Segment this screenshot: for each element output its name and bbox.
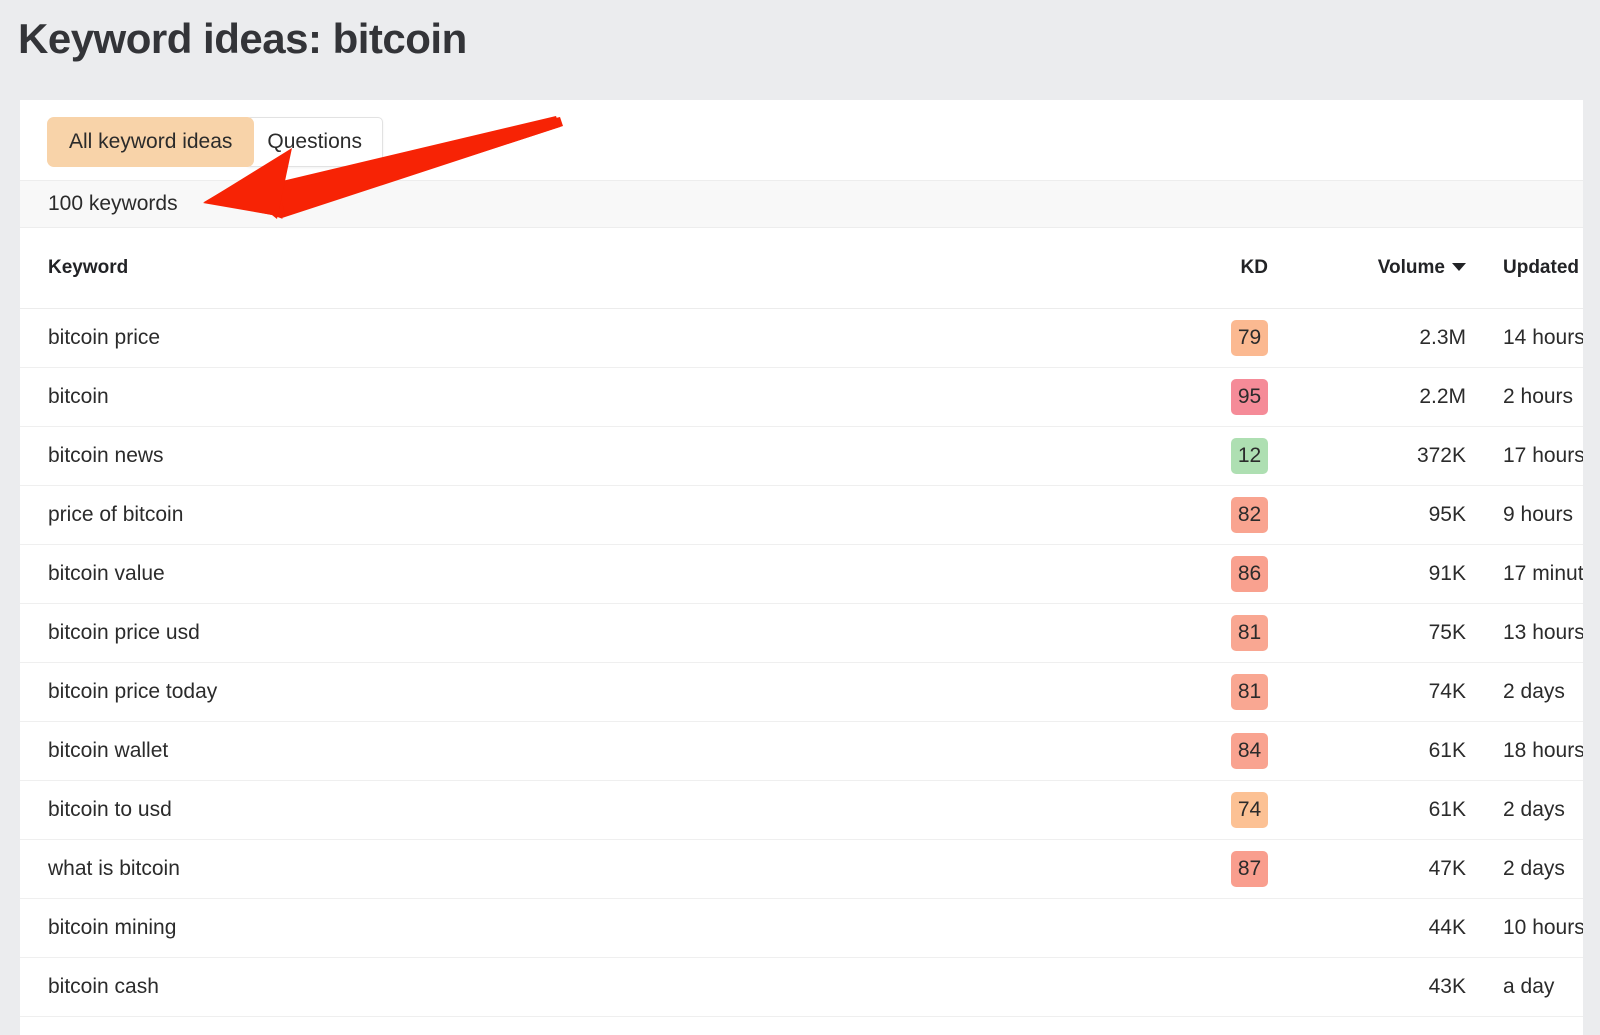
page-title: Keyword ideas: bitcoin xyxy=(18,15,467,62)
cell-updated: a day xyxy=(1478,957,1583,1017)
tab-all-keyword-ideas[interactable]: All keyword ideas xyxy=(47,117,255,167)
cell-kd: 86 xyxy=(1128,544,1296,604)
table-header: Keyword KD Volume Updated xyxy=(20,228,1583,309)
cell-updated: 2 days xyxy=(1478,780,1583,840)
cell-kd: 87 xyxy=(1128,839,1296,899)
table-row[interactable]: bitcoin price 79 2.3M 14 hours xyxy=(20,308,1583,368)
cell-updated: 10 hours xyxy=(1478,898,1583,958)
keyword-count-bar: 100 keywords xyxy=(20,180,1583,228)
cell-updated: 18 hours xyxy=(1478,721,1583,781)
table-row[interactable]: bitcoin cash 43K a day xyxy=(20,957,1583,1017)
kd-badge: 82 xyxy=(1231,497,1268,533)
cell-kd xyxy=(1128,957,1296,1017)
cell-kd: 81 xyxy=(1128,603,1296,663)
kd-badge: 86 xyxy=(1231,556,1268,592)
kd-badge: 12 xyxy=(1231,438,1268,474)
cell-updated: 13 hours xyxy=(1478,603,1583,663)
cell-volume: 75K xyxy=(1296,603,1478,663)
cell-volume: 372K xyxy=(1296,426,1478,486)
table-body: bitcoin price 79 2.3M 14 hours bitcoin 95 2.2M… xyxy=(20,308,1583,1017)
table-header-row: Keyword KD Volume Updated xyxy=(20,228,1583,309)
cell-updated: 2 days xyxy=(1478,662,1583,722)
keyword-ideas-table: Keyword KD Volume Updated bitcoin price 7… xyxy=(20,228,1583,1017)
cell-kd xyxy=(1128,898,1296,958)
cell-keyword[interactable]: bitcoin to usd xyxy=(20,780,1128,840)
cell-kd: 82 xyxy=(1128,485,1296,545)
cell-updated: 2 hours xyxy=(1478,367,1583,427)
kd-badge: 87 xyxy=(1231,851,1268,887)
column-header-kd[interactable]: KD xyxy=(1128,228,1296,309)
cell-volume: 61K xyxy=(1296,780,1478,840)
cell-keyword[interactable]: bitcoin cash xyxy=(20,957,1128,1017)
tab-list: All keyword ideas Questions xyxy=(47,117,383,167)
table-row[interactable]: bitcoin mining 44K 10 hours xyxy=(20,898,1583,958)
cell-kd: 95 xyxy=(1128,367,1296,427)
cell-kd: 79 xyxy=(1128,308,1296,368)
cell-updated: 17 hours xyxy=(1478,426,1583,486)
column-header-volume[interactable]: Volume xyxy=(1296,228,1478,309)
column-header-keyword[interactable]: Keyword xyxy=(20,228,1128,309)
table-row[interactable]: price of bitcoin 82 95K 9 hours xyxy=(20,485,1583,545)
cell-updated: 14 hours xyxy=(1478,308,1583,368)
cell-kd: 84 xyxy=(1128,721,1296,781)
cell-kd: 74 xyxy=(1128,780,1296,840)
cell-volume: 47K xyxy=(1296,839,1478,899)
sort-descending-icon xyxy=(1452,263,1466,271)
tab-questions[interactable]: Questions xyxy=(246,117,383,167)
kd-badge: 84 xyxy=(1231,733,1268,769)
kd-badge: 81 xyxy=(1231,615,1268,651)
cell-keyword[interactable]: bitcoin xyxy=(20,367,1128,427)
table-row[interactable]: bitcoin news 12 372K 17 hours xyxy=(20,426,1583,486)
cell-keyword[interactable]: price of bitcoin xyxy=(20,485,1128,545)
cell-volume: 2.3M xyxy=(1296,308,1478,368)
cell-keyword[interactable]: bitcoin news xyxy=(20,426,1128,486)
column-header-volume-label: Volume xyxy=(1377,257,1445,278)
cell-updated: 9 hours xyxy=(1478,485,1583,545)
cell-keyword[interactable]: what is bitcoin xyxy=(20,839,1128,899)
tabs-bar: All keyword ideas Questions xyxy=(20,100,1583,180)
table-row[interactable]: bitcoin wallet 84 61K 18 hours xyxy=(20,721,1583,781)
cell-volume: 74K xyxy=(1296,662,1478,722)
cell-keyword[interactable]: bitcoin mining xyxy=(20,898,1128,958)
cell-keyword[interactable]: bitcoin price xyxy=(20,308,1128,368)
table-row[interactable]: bitcoin price today 81 74K 2 days xyxy=(20,662,1583,722)
cell-keyword[interactable]: bitcoin price usd xyxy=(20,603,1128,663)
cell-kd: 81 xyxy=(1128,662,1296,722)
cell-volume: 91K xyxy=(1296,544,1478,604)
cell-keyword[interactable]: bitcoin wallet xyxy=(20,721,1128,781)
cell-updated: 2 days xyxy=(1478,839,1583,899)
cell-updated: 17 minutes xyxy=(1478,544,1583,604)
cell-volume: 43K xyxy=(1296,957,1478,1017)
kd-badge: 81 xyxy=(1231,674,1268,710)
keyword-ideas-card: All keyword ideas Questions 100 keywords… xyxy=(20,100,1583,1035)
cell-volume: 95K xyxy=(1296,485,1478,545)
cell-keyword[interactable]: bitcoin price today xyxy=(20,662,1128,722)
cell-volume: 61K xyxy=(1296,721,1478,781)
kd-badge: 95 xyxy=(1231,379,1268,415)
kd-badge: 79 xyxy=(1231,320,1268,356)
table-row[interactable]: bitcoin price usd 81 75K 13 hours xyxy=(20,603,1583,663)
cell-volume: 2.2M xyxy=(1296,367,1478,427)
cell-keyword[interactable]: bitcoin value xyxy=(20,544,1128,604)
table-row[interactable]: bitcoin value 86 91K17 minutes xyxy=(20,544,1583,604)
keyword-count-label: 100 keywords xyxy=(48,192,178,215)
cell-volume: 44K xyxy=(1296,898,1478,958)
kd-badge: 74 xyxy=(1231,792,1268,828)
cell-kd: 12 xyxy=(1128,426,1296,486)
table-row[interactable]: what is bitcoin 87 47K 2 days xyxy=(20,839,1583,899)
column-header-updated[interactable]: Updated xyxy=(1478,228,1583,309)
table-row[interactable]: bitcoin 95 2.2M 2 hours xyxy=(20,367,1583,427)
table-row[interactable]: bitcoin to usd 74 61K 2 days xyxy=(20,780,1583,840)
